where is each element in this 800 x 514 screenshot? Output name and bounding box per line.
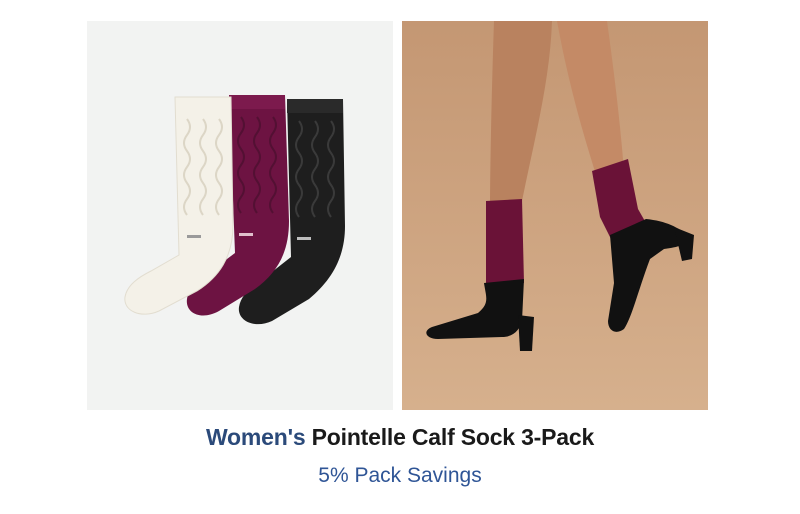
title-main: Pointelle Calf Sock 3-Pack <box>311 424 595 450</box>
product-image-pack[interactable] <box>87 21 393 410</box>
pack-savings-label: 5% Pack Savings <box>318 464 482 487</box>
product-image-model[interactable] <box>402 21 708 410</box>
product-title[interactable]: Women's Pointelle Calf Sock 3-Pack <box>0 424 800 451</box>
sock-pack-image <box>124 95 345 325</box>
title-prefix: Women's <box>205 424 306 450</box>
model-legs-image <box>402 21 708 410</box>
